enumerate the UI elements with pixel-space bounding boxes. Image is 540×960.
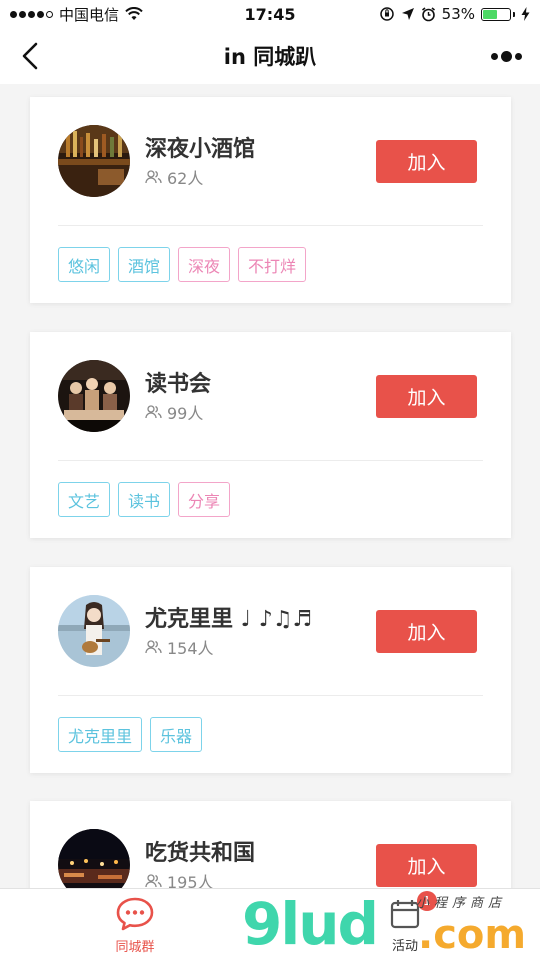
alarm-icon (421, 6, 435, 21)
chevron-left-icon (22, 42, 38, 70)
member-count-text: 99人 (167, 404, 204, 423)
group-name: 吃货共和国 (145, 841, 256, 866)
tag[interactable]: 尤克里里 (58, 717, 143, 752)
more-dot-icon (500, 50, 512, 62)
tag-list: 悠闲 酒馆 深夜 不打烊 (58, 247, 307, 282)
group-avatar (58, 360, 130, 432)
more-dot-icon (514, 52, 522, 60)
member-count: 62人 (145, 165, 203, 189)
member-count-text: 62人 (167, 169, 204, 188)
tag[interactable]: 酒馆 (118, 247, 171, 282)
tag-list: 尤克里里 乐器 (58, 717, 203, 752)
status-bar: 中国电信 17:45 53% (0, 0, 540, 28)
members-icon (145, 170, 162, 184)
card-divider (58, 225, 483, 226)
battery-icon (481, 7, 515, 21)
group-card[interactable]: 读书会 99人 加入 文艺 读书 分享 (30, 332, 511, 538)
members-icon (145, 874, 162, 888)
join-button[interactable]: 加入 (376, 844, 477, 887)
tag[interactable]: 乐器 (150, 717, 203, 752)
battery-percent: 53% (441, 5, 475, 23)
chat-bubble-icon (116, 897, 154, 930)
group-card[interactable]: 深夜小酒馆 62人 加入 悠闲 酒馆 深夜 不打烊 (30, 97, 511, 303)
member-count-text: 154人 (167, 639, 214, 658)
tag[interactable]: 不打烊 (238, 247, 307, 282)
join-button[interactable]: 加入 (376, 610, 477, 653)
group-name: 深夜小酒馆 (145, 137, 256, 162)
tag[interactable]: 悠闲 (58, 247, 111, 282)
join-button[interactable]: 加入 (376, 140, 477, 183)
tag-list: 文艺 读书 分享 (58, 482, 231, 517)
card-divider (58, 695, 483, 696)
carrier-name: 中国电信 (59, 5, 120, 24)
tab-activities[interactable]: 活动 1 (335, 889, 475, 960)
group-card[interactable]: 尤克里里 ♩ ♪♫♬ 154人 加入 尤克里里 乐器 (30, 567, 511, 773)
status-right: 53% (379, 5, 530, 23)
tab-city-groups[interactable]: 同城群 (65, 889, 205, 960)
signal-strength-icon (10, 10, 53, 18)
more-dot-icon (490, 52, 498, 60)
tab-label: 同城群 (115, 939, 155, 955)
group-avatar (58, 595, 130, 667)
notification-badge: 1 (417, 891, 437, 911)
tag[interactable]: 读书 (118, 482, 171, 517)
charging-bolt-icon (521, 7, 530, 21)
orientation-lock-icon (379, 7, 394, 21)
tab-label: 活动 (391, 938, 418, 954)
status-left: 中国电信 (10, 4, 143, 25)
wifi-icon (125, 7, 143, 20)
members-icon (145, 640, 162, 654)
navigation-bar: in 同城趴 (0, 28, 540, 84)
join-button[interactable]: 加入 (376, 375, 477, 418)
more-menu-button[interactable] (486, 42, 526, 70)
group-name: 尤克里里 ♩ ♪♫♬ (145, 607, 313, 632)
card-divider (58, 460, 483, 461)
members-icon (145, 405, 162, 419)
group-name: 读书会 (145, 372, 212, 397)
group-avatar (58, 125, 130, 197)
location-arrow-icon (401, 8, 414, 20)
back-button[interactable] (12, 38, 48, 74)
tag[interactable]: 文艺 (58, 482, 111, 517)
tag[interactable]: 分享 (178, 482, 231, 517)
page-title: in 同城趴 (223, 45, 317, 69)
member-count: 154人 (145, 635, 214, 659)
tab-bar: 同城群 活动 1 (0, 888, 540, 960)
tag[interactable]: 深夜 (178, 247, 231, 282)
member-count: 99人 (145, 400, 203, 424)
